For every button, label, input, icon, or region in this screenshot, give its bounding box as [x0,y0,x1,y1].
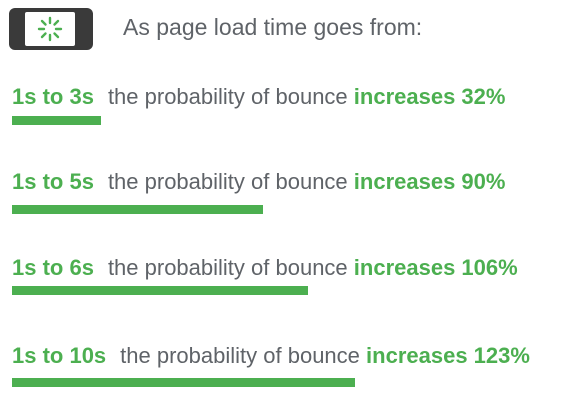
page-title: As page load time goes from: [123,14,423,40]
bounce-description: the probability of bounce [107,84,348,109]
load-range-label: 1s to 3s [12,84,94,109]
bar-3s [12,116,101,125]
load-range-label: 1s to 10s [12,343,107,368]
phone-loading-icon [9,8,93,50]
increase-data-label: increases 32% [353,84,506,109]
load-range-label: 1s to 5s [12,169,94,194]
increase-data-label: increases 106% [353,255,518,280]
bounce-description: the probability of bounce [120,343,360,368]
bounce-description: the probability of bounce [107,169,348,194]
bar-6s [12,286,308,295]
chart-row-4: 1s to 10s the probability of bounce incre… [12,343,530,369]
chart-row-2: 1s to 5s the probability of bounce increa… [12,169,505,195]
loading-spinner-icon [37,16,63,42]
chart-row-1: 1s to 3s the probability of bounce increa… [12,84,505,110]
increase-data-label: increases 123% [366,343,530,368]
bar-5s [12,205,263,214]
bar-10s [12,378,355,387]
increase-data-label: increases 90% [353,169,506,194]
load-range-label: 1s to 6s [12,255,94,280]
bounce-description: the probability of bounce [107,255,348,280]
phone-screen [25,12,75,46]
chart-row-3: 1s to 6s the probability of bounce increa… [12,255,518,281]
